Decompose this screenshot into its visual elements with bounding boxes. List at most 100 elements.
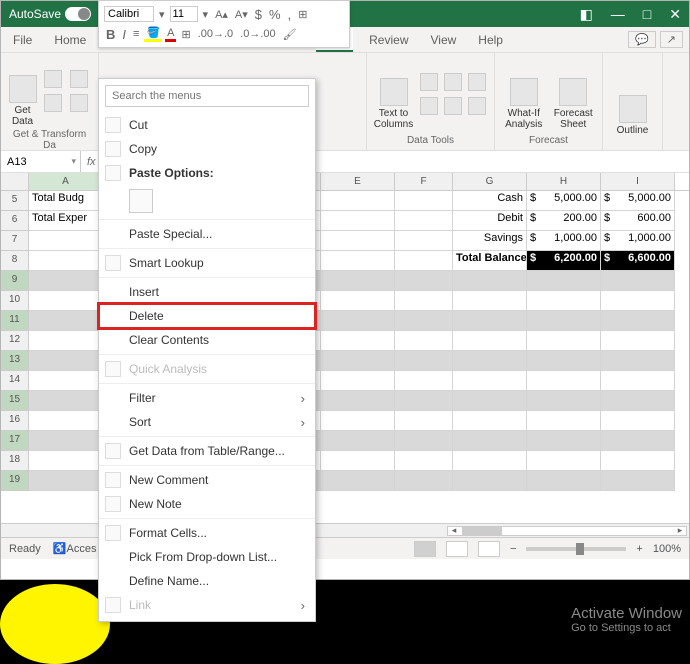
comma-icon[interactable]: , xyxy=(286,7,294,22)
cell[interactable] xyxy=(395,231,453,251)
cell[interactable] xyxy=(321,191,395,211)
text-to-columns-button[interactable]: Text to Columns xyxy=(373,58,414,130)
row-header[interactable]: 18 xyxy=(1,451,29,471)
col-header-f[interactable]: F xyxy=(395,173,453,190)
percent-icon[interactable]: % xyxy=(267,7,283,22)
cell[interactable] xyxy=(395,331,453,351)
cell[interactable] xyxy=(321,411,395,431)
row-header[interactable]: 11 xyxy=(1,311,29,331)
name-box[interactable]: A13 xyxy=(1,151,81,172)
tab-home[interactable]: Home xyxy=(48,29,92,51)
consolidate-icon[interactable] xyxy=(420,97,438,115)
cell[interactable] xyxy=(321,451,395,471)
tab-file[interactable]: File xyxy=(7,29,38,51)
menu-smart-lookup[interactable]: Smart Lookup xyxy=(99,248,315,275)
bold-icon[interactable]: B xyxy=(104,27,117,42)
font-size-input[interactable] xyxy=(170,6,198,22)
menu-search-input[interactable] xyxy=(105,85,309,107)
page-layout-view-icon[interactable] xyxy=(446,541,468,557)
menu-paste-special[interactable]: Paste Special... xyxy=(99,219,315,246)
italic-icon[interactable]: I xyxy=(120,27,128,42)
cell[interactable] xyxy=(321,351,395,371)
col-header-e[interactable]: E xyxy=(321,173,395,190)
cell[interactable] xyxy=(453,391,527,411)
cell[interactable] xyxy=(453,411,527,431)
cell[interactable]: 5,000.00 xyxy=(601,191,675,211)
cell[interactable] xyxy=(321,331,395,351)
cell[interactable]: 200.00 xyxy=(527,211,601,231)
cell[interactable] xyxy=(601,431,675,451)
cell[interactable] xyxy=(453,431,527,451)
row-header[interactable]: 17 xyxy=(1,431,29,451)
row-header[interactable]: 9 xyxy=(1,271,29,291)
menu-copy[interactable]: Copy xyxy=(99,137,315,161)
cell[interactable] xyxy=(29,471,103,491)
menu-insert[interactable]: Insert xyxy=(99,277,315,304)
cell[interactable] xyxy=(29,331,103,351)
cell[interactable] xyxy=(321,251,395,271)
cell[interactable] xyxy=(395,351,453,371)
currency-icon[interactable]: $ xyxy=(253,7,264,22)
cell[interactable] xyxy=(29,371,103,391)
paste-option-icon[interactable] xyxy=(129,189,153,213)
cell[interactable] xyxy=(29,411,103,431)
cell[interactable] xyxy=(527,451,601,471)
tab-help[interactable]: Help xyxy=(472,29,509,51)
cell[interactable] xyxy=(29,291,103,311)
zoom-out-icon[interactable]: − xyxy=(510,543,516,555)
cell[interactable] xyxy=(321,371,395,391)
flash-fill-icon[interactable] xyxy=(420,73,438,91)
accessibility-icon[interactable]: ♿ xyxy=(53,542,67,555)
borders-icon[interactable]: ⊞ xyxy=(179,28,192,41)
cell[interactable]: 5,000.00 xyxy=(527,191,601,211)
menu-get-data-range[interactable]: Get Data from Table/Range... xyxy=(99,436,315,463)
cell[interactable] xyxy=(321,271,395,291)
from-text-icon[interactable] xyxy=(44,70,62,88)
cell[interactable] xyxy=(527,311,601,331)
cell[interactable] xyxy=(601,331,675,351)
cell[interactable] xyxy=(601,371,675,391)
font-dropdown-icon[interactable]: ▾ xyxy=(157,8,167,21)
cell[interactable] xyxy=(527,411,601,431)
cell[interactable]: 1,000.00 xyxy=(527,231,601,251)
cell[interactable] xyxy=(527,351,601,371)
cell[interactable] xyxy=(453,311,527,331)
scroll-right-icon[interactable]: ▸ xyxy=(674,525,686,536)
select-all-corner[interactable] xyxy=(1,173,29,190)
cell[interactable]: Savings xyxy=(453,231,527,251)
cell[interactable] xyxy=(453,351,527,371)
format-painter-icon[interactable]: 🖌 xyxy=(281,28,299,41)
col-header-g[interactable]: G xyxy=(453,173,527,190)
cell[interactable] xyxy=(321,211,395,231)
menu-define-name[interactable]: Define Name... xyxy=(99,569,315,593)
cell[interactable] xyxy=(29,231,103,251)
cell[interactable] xyxy=(601,271,675,291)
row-header[interactable]: 14 xyxy=(1,371,29,391)
cell[interactable] xyxy=(527,271,601,291)
menu-sort[interactable]: Sort xyxy=(99,410,315,434)
font-name-input[interactable] xyxy=(104,6,154,22)
col-header-a[interactable]: A xyxy=(29,173,103,190)
menu-format-cells[interactable]: Format Cells... xyxy=(99,518,315,545)
decrease-decimal-icon[interactable]: .00→.0 xyxy=(196,28,235,40)
cell[interactable] xyxy=(395,191,453,211)
cell[interactable]: 600.00 xyxy=(601,211,675,231)
row-header[interactable]: 6 xyxy=(1,211,29,231)
cell[interactable] xyxy=(453,331,527,351)
cell[interactable] xyxy=(453,451,527,471)
cell[interactable] xyxy=(453,291,527,311)
row-header[interactable]: 5 xyxy=(1,191,29,211)
cell[interactable] xyxy=(527,431,601,451)
close-icon[interactable]: ✕ xyxy=(669,6,681,23)
data-validation-icon[interactable] xyxy=(468,73,486,91)
cell[interactable]: 1,000.00 xyxy=(601,231,675,251)
menu-pick-dropdown[interactable]: Pick From Drop-down List... xyxy=(99,545,315,569)
row-header[interactable]: 13 xyxy=(1,351,29,371)
cell[interactable] xyxy=(395,391,453,411)
share-icon[interactable]: ↗ xyxy=(660,31,683,48)
menu-paste-opt[interactable]: Paste Options: xyxy=(99,161,315,185)
cell[interactable] xyxy=(395,451,453,471)
cell[interactable] xyxy=(29,311,103,331)
row-header[interactable]: 7 xyxy=(1,231,29,251)
cell[interactable] xyxy=(601,291,675,311)
